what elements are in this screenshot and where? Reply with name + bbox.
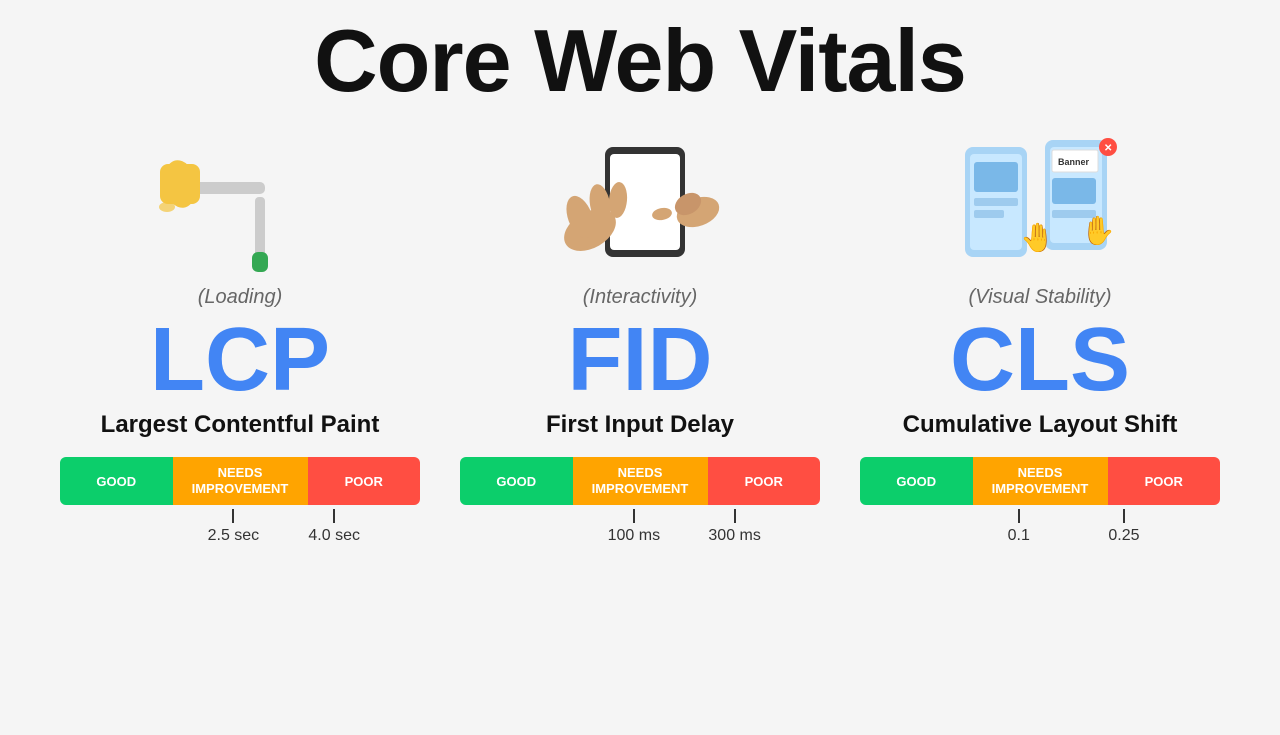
lcp-card: (Loading) LCP Largest Contentful Paint G… bbox=[50, 122, 430, 735]
lcp-bar-needs: NEEDSIMPROVEMENT bbox=[173, 457, 308, 505]
lcp-marker2-line bbox=[333, 509, 335, 523]
cls-category: (Visual Stability) bbox=[968, 286, 1111, 309]
fid-marker1-label: 100 ms bbox=[608, 527, 660, 545]
fid-bar-good: GOOD bbox=[460, 457, 573, 505]
lcp-name: Largest Contentful Paint bbox=[101, 411, 380, 439]
fid-bar-poor: POOR bbox=[708, 457, 821, 505]
lcp-markers: 2.5 sec 4.0 sec bbox=[60, 509, 420, 549]
metrics-row: (Loading) LCP Largest Contentful Paint G… bbox=[0, 122, 1280, 735]
svg-text:✕: ✕ bbox=[1104, 143, 1112, 154]
cls-bar: GOOD NEEDSIMPROVEMENT POOR bbox=[860, 457, 1220, 505]
cls-marker2-line bbox=[1123, 509, 1125, 523]
cls-bar-needs: NEEDSIMPROVEMENT bbox=[973, 457, 1108, 505]
lcp-icon bbox=[150, 122, 330, 282]
fid-markers: 100 ms 300 ms bbox=[460, 509, 820, 549]
lcp-marker1-line bbox=[232, 509, 234, 523]
cls-marker1-line bbox=[1018, 509, 1020, 523]
cls-markers: 0.1 0.25 bbox=[860, 509, 1220, 549]
cls-bar-good: GOOD bbox=[860, 457, 973, 505]
fid-marker1-line bbox=[633, 509, 635, 523]
fid-marker2: 300 ms bbox=[708, 509, 760, 545]
cls-bar-poor: POOR bbox=[1108, 457, 1221, 505]
svg-text:🤚: 🤚 bbox=[1080, 214, 1115, 246]
fid-bar: GOOD NEEDSIMPROVEMENT POOR bbox=[460, 457, 820, 505]
cls-abbr: CLS bbox=[950, 315, 1130, 405]
fid-category: (Interactivity) bbox=[583, 286, 697, 309]
fid-icon bbox=[550, 122, 730, 282]
lcp-bar-container: GOOD NEEDSIMPROVEMENT POOR 2.5 sec 4.0 s… bbox=[60, 457, 420, 549]
fid-name: First Input Delay bbox=[546, 411, 734, 439]
lcp-marker2-label: 4.0 sec bbox=[308, 527, 360, 545]
cls-marker2: 0.25 bbox=[1108, 509, 1139, 545]
fid-marker2-label: 300 ms bbox=[708, 527, 760, 545]
lcp-category: (Loading) bbox=[198, 286, 283, 309]
lcp-marker1: 2.5 sec bbox=[208, 509, 260, 545]
lcp-marker1-label: 2.5 sec bbox=[208, 527, 260, 545]
cls-bar-container: GOOD NEEDSIMPROVEMENT POOR 0.1 0.25 bbox=[860, 457, 1220, 549]
svg-text:🤚: 🤚 bbox=[1020, 221, 1055, 253]
fid-abbr: FID bbox=[568, 315, 713, 405]
svg-text:Banner: Banner bbox=[1058, 157, 1090, 167]
cls-name: Cumulative Layout Shift bbox=[903, 411, 1178, 439]
lcp-bar: GOOD NEEDSIMPROVEMENT POOR bbox=[60, 457, 420, 505]
lcp-abbr: LCP bbox=[150, 315, 330, 405]
fid-marker2-line bbox=[734, 509, 736, 523]
cls-marker1-label: 0.1 bbox=[1008, 527, 1030, 545]
cls-card: Banner ✕ 🤚 🤚 (Visual Stability) CLS Cumu… bbox=[850, 122, 1230, 735]
page-title: Core Web Vitals bbox=[314, 10, 966, 112]
cls-marker1: 0.1 bbox=[1008, 509, 1030, 545]
fid-bar-needs: NEEDSIMPROVEMENT bbox=[573, 457, 708, 505]
lcp-bar-good: GOOD bbox=[60, 457, 173, 505]
fid-marker1: 100 ms bbox=[608, 509, 660, 545]
lcp-marker2: 4.0 sec bbox=[308, 509, 360, 545]
cls-icon: Banner ✕ 🤚 🤚 bbox=[950, 122, 1130, 282]
cls-marker2-label: 0.25 bbox=[1108, 527, 1139, 545]
fid-card: (Interactivity) FID First Input Delay GO… bbox=[450, 122, 830, 735]
lcp-bar-poor: POOR bbox=[308, 457, 421, 505]
fid-bar-container: GOOD NEEDSIMPROVEMENT POOR 100 ms 300 ms bbox=[460, 457, 820, 549]
